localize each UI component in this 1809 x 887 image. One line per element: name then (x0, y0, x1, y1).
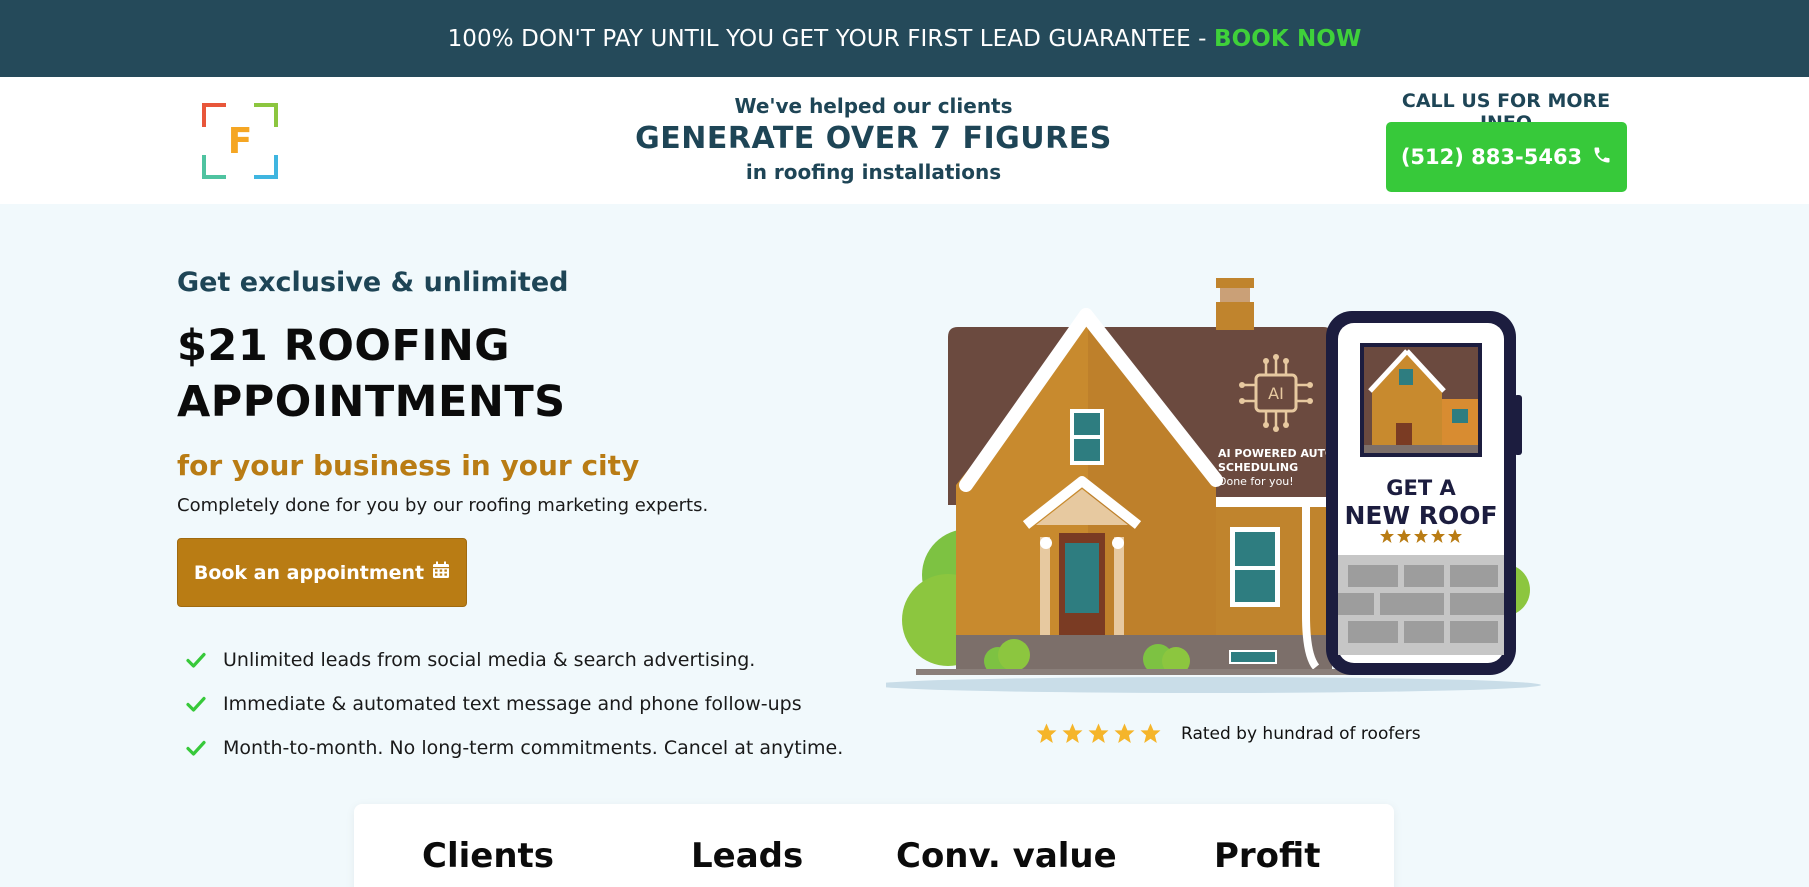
promo-text: 100% DON'T PAY UNTIL YOU GET YOUR FIRST … (448, 26, 1362, 52)
ai-chip-label: AI (1268, 384, 1284, 403)
star-icon (1088, 723, 1109, 743)
stats-card: Clients Leads Conv. value Profit (354, 804, 1394, 887)
ai-caption-line-1: AI POWERED AUTO (1218, 447, 1334, 460)
check-icon (185, 649, 207, 671)
book-button-label: Book an appointment (193, 561, 425, 584)
promo-bar: 100% DON'T PAY UNTIL YOU GET YOUR FIRST … (0, 0, 1809, 77)
benefits-list: Unlimited leads from social media & sear… (185, 638, 843, 770)
list-item: Unlimited leads from social media & sear… (185, 638, 843, 682)
hero-headline: $21 ROOFING APPOINTMENTS (177, 321, 566, 427)
hero-content: Get exclusive & unlimited $21 ROOFING AP… (177, 266, 877, 759)
book-now-link[interactable]: BOOK NOW (1214, 26, 1361, 52)
benefit-text: Unlimited leads from social media & sear… (223, 649, 756, 671)
house-illustration: AI AI POWERED AUTO SCHEDULING Done for y… (886, 278, 1541, 693)
rating-stars (1036, 723, 1161, 744)
site-header: F We've helped our clients GENERATE OVER… (0, 77, 1809, 204)
phone-mockup: GET A NEW ROOF (1326, 311, 1522, 675)
star-icon (1114, 723, 1135, 743)
rating: Rated by hundrad of roofers (1036, 723, 1421, 744)
hero-description: Completely done for you by our roofing m… (177, 495, 709, 516)
star-icon (1036, 723, 1057, 743)
list-item: Immediate & automated text message and p… (185, 682, 843, 726)
calendar-icon (432, 561, 450, 584)
stat-label-leads: Leads (691, 836, 804, 876)
book-appointment-button[interactable]: Book an appointment (177, 538, 467, 607)
rating-text: Rated by hundrad of roofers (1181, 723, 1421, 744)
hero-subhead: for your business in your city (177, 449, 640, 482)
call-phone-button[interactable]: (512) 883-5463 (1386, 122, 1627, 192)
phone-screen-line-1: GET A (1386, 476, 1456, 500)
star-icon (1140, 723, 1161, 743)
ai-caption-line-2: SCHEDULING (1218, 461, 1298, 474)
benefit-text: Immediate & automated text message and p… (223, 693, 802, 715)
phone-number: (512) 883-5463 (1400, 145, 1583, 169)
stat-label-conv-value: Conv. value (896, 836, 1117, 876)
star-icon (1062, 723, 1083, 743)
hero-eyebrow: Get exclusive & unlimited (177, 267, 569, 298)
promo-message: 100% DON'T PAY UNTIL YOU GET YOUR FIRST … (447, 25, 1214, 52)
phone-screen-line-2: NEW ROOF (1344, 501, 1497, 530)
check-icon (185, 693, 207, 715)
phone-icon (1592, 145, 1612, 170)
stat-label-profit: Profit (1214, 836, 1321, 876)
ai-caption-line-3: Done for you! (1218, 475, 1294, 488)
stat-label-clients: Clients (422, 836, 555, 876)
check-icon (185, 737, 207, 759)
benefit-text: Month-to-month. No long-term commitments… (223, 737, 844, 759)
list-item: Month-to-month. No long-term commitments… (185, 726, 843, 770)
